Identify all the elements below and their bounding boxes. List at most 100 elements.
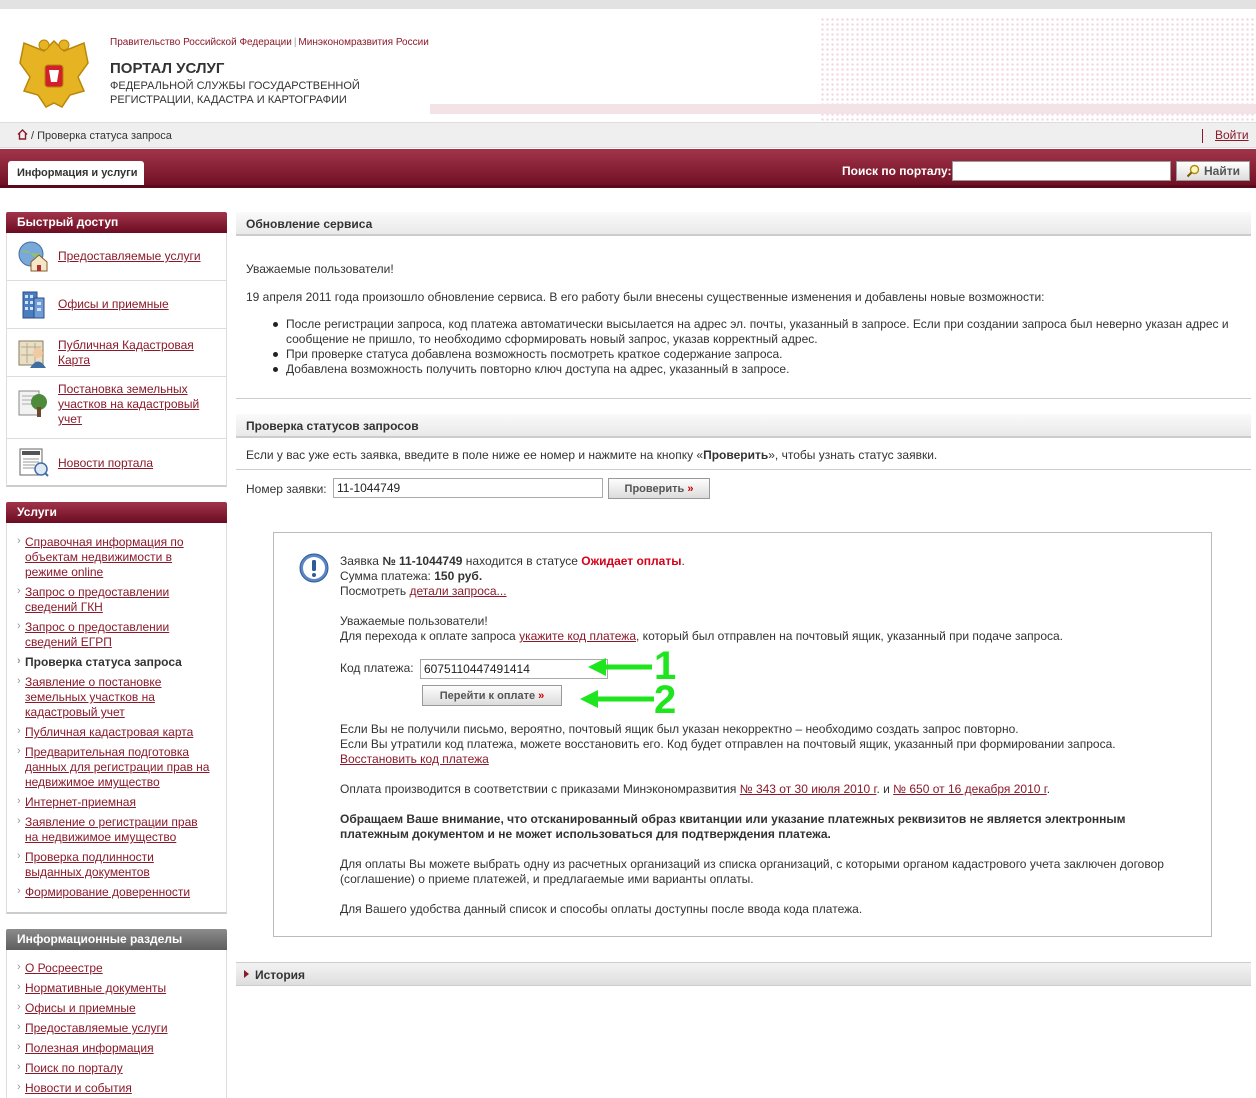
update-greeting: Уважаемые пользователи!: [246, 262, 394, 276]
breadcrumb-bar: / Проверка статуса запроса Войти: [0, 122, 1256, 148]
go-to-payment-label: Перейти к оплате: [439, 690, 536, 702]
quick-access-label[interactable]: Новости портала: [58, 456, 218, 471]
divider: [236, 469, 1251, 470]
info-sections-title: Информационные разделы: [6, 929, 227, 950]
restore-code-link[interactable]: Восстановить код платежа: [340, 752, 489, 767]
update-panel-title: Обновление сервиса: [236, 212, 1251, 236]
go-to-payment-button[interactable]: Перейти к оплате »: [422, 685, 562, 706]
breadcrumb: / Проверка статуса запроса: [17, 129, 172, 142]
site-header: Правительство Российской Федерации | Минэк…: [0, 0, 1256, 129]
service-item-status-check: Проверка статуса запроса: [17, 654, 213, 670]
breadcrumb-current: / Проверка статуса запроса: [31, 130, 172, 142]
magnifier-icon: [1186, 164, 1200, 178]
orders-line: Оплата производится в соответствии с при…: [340, 782, 1051, 796]
search-input[interactable]: [952, 161, 1171, 181]
request-details-link[interactable]: детали запроса...: [410, 584, 507, 598]
request-status-line: Заявка № 11-1044749 находится в статусе …: [340, 554, 685, 568]
service-item-doc-authenticity[interactable]: Проверка подлинности выданных документов: [17, 849, 213, 880]
info-item-about[interactable]: О Росреестре: [17, 960, 226, 976]
chevron-right-icon: »: [538, 690, 545, 702]
gov-link-ministry[interactable]: Минэкономразвития России: [298, 37, 428, 48]
land-tree-icon: [18, 390, 47, 417]
service-item-rights-data-prep[interactable]: Предварительная подготовка данных для ре…: [17, 744, 213, 790]
order-343-link[interactable]: № 343 от 30 июля 2010 г: [740, 782, 877, 796]
info-item-useful[interactable]: Полезная информация: [17, 1040, 226, 1056]
quick-access-label[interactable]: Публичная Кадастровая Карта: [58, 338, 218, 368]
nav-bar: Информация и услуги Поиск по порталу: На…: [0, 149, 1256, 187]
info-item-normative-docs[interactable]: Нормативные документы: [17, 980, 226, 996]
newspaper-icon: [19, 448, 49, 477]
receipt-warning: Обращаем Ваше внимание, что отсканирован…: [340, 812, 1126, 841]
gov-links: Правительство Российской Федерации | Минэк…: [110, 37, 429, 48]
login-separator: [1202, 129, 1203, 143]
result-box: Заявка № 11-1044749 находится в статусе …: [273, 532, 1212, 937]
payment-code-input[interactable]: [420, 659, 608, 679]
enter-code-link[interactable]: укажите код платежа: [519, 629, 636, 643]
update-bullet: При проверке статуса добавлена возможнос…: [273, 347, 1246, 362]
globe-house-icon: [18, 241, 48, 272]
info-item-offices[interactable]: Офисы и приемные: [17, 1000, 226, 1016]
services-title: Услуги: [6, 502, 227, 523]
update-bullet: Добавлена возможность получить повторно …: [273, 362, 1246, 377]
orgs-text: Для оплаты Вы можете выбрать одну из рас…: [340, 857, 1164, 886]
quick-access-item-land[interactable]: Постановка земельных участков на кадастр…: [7, 377, 226, 439]
gov-links-separator: |: [293, 37, 297, 48]
check-hint: Если у вас уже есть заявка, введите в по…: [246, 448, 938, 462]
info-item-services[interactable]: Предоставляемые услуги: [17, 1020, 226, 1036]
quick-access-label[interactable]: Офисы и приемные: [58, 297, 218, 312]
info-item-news[interactable]: Новости и события: [17, 1080, 226, 1096]
search-button[interactable]: Найти: [1176, 161, 1250, 181]
header-band: [430, 104, 1256, 114]
quick-access-label[interactable]: Постановка земельных участков на кадастр…: [58, 382, 218, 427]
service-item-land-registration[interactable]: Заявление о постановке земельных участко…: [17, 674, 213, 720]
info-sections-panel: О Росреестре Нормативные документы Офисы…: [6, 950, 227, 1098]
order-650-link[interactable]: № 650 от 16 декабря 2010 г: [893, 782, 1047, 796]
service-item-rights-registration[interactable]: Заявление о регистрации прав на недвижим…: [17, 814, 213, 845]
coat-of-arms-icon: [19, 39, 89, 108]
info-exclamation-icon: [299, 553, 329, 583]
lost-code-text: Если Вы утратили код платежа, можете вос…: [340, 737, 1116, 751]
info-item-search[interactable]: Поиск по порталу: [17, 1060, 226, 1076]
quick-access-item-news[interactable]: Новости портала: [7, 439, 226, 487]
request-number-input[interactable]: [333, 478, 603, 498]
service-item-cadastral-map[interactable]: Публичная кадастровая карта: [17, 724, 213, 740]
annotation-arrow-1-icon: [588, 658, 652, 676]
check-panel-title: Проверка статусов запросов: [236, 414, 1251, 438]
payment-code-label: Код платежа:: [340, 661, 414, 675]
status-badge: Ожидает оплаты: [581, 554, 682, 568]
search-button-label: Найти: [1204, 164, 1240, 178]
service-item-online-info[interactable]: Справочная информация по объектам недвиж…: [17, 534, 213, 580]
service-item-internet-reception[interactable]: Интернет-приемная: [17, 794, 213, 810]
request-number: № 11-1044749: [382, 554, 463, 568]
chevron-right-icon: »: [687, 483, 694, 495]
tab-info-services[interactable]: Информация и услуги: [8, 161, 144, 187]
check-button[interactable]: Проверить »: [608, 478, 710, 499]
search-label: Поиск по порталу:: [842, 164, 952, 178]
quick-access-item-offices[interactable]: Офисы и приемные: [7, 281, 226, 329]
divider: [236, 398, 1251, 399]
services-panel: Справочная информация по объектам недвиж…: [6, 523, 227, 914]
service-item-power-of-attorney[interactable]: Формирование доверенности: [17, 884, 213, 900]
check-button-label: Проверить: [624, 483, 685, 495]
services-list: Справочная информация по объектам недвиж…: [7, 523, 213, 900]
update-bullets: После регистрации запроса, код платежа а…: [273, 317, 1246, 377]
history-toggle[interactable]: История: [236, 962, 1251, 986]
quick-access-label[interactable]: Предоставляемые услуги: [58, 249, 218, 264]
login-link[interactable]: Войти: [1215, 128, 1249, 142]
gov-link-government[interactable]: Правительство Российской Федерации: [110, 37, 292, 48]
update-intro: 19 апреля 2011 года произошло обновление…: [246, 290, 1045, 304]
annotation-arrow-2-icon: [580, 690, 654, 708]
payment-sum: 150 руб.: [434, 569, 483, 583]
request-number-label: Номер заявки:: [246, 482, 327, 496]
service-item-egrp[interactable]: Запрос о предоставлении сведений ЕГРП: [17, 619, 213, 650]
result-greeting: Уважаемые пользователи!: [340, 614, 488, 628]
quick-access-item-cadastral-map[interactable]: Публичная Кадастровая Карта: [7, 329, 226, 377]
payment-instruction: Для перехода к оплате запроса укажите ко…: [340, 629, 1063, 643]
quick-access-item-services[interactable]: Предоставляемые услуги: [7, 233, 226, 281]
map-person-icon: [18, 340, 46, 368]
no-letter-text: Если Вы не получили письмо, вероятно, по…: [340, 722, 1019, 736]
update-bullet: После регистрации запроса, код платежа а…: [273, 317, 1246, 347]
home-icon[interactable]: [17, 129, 28, 140]
payment-sum-line: Сумма платежа: 150 руб.: [340, 569, 483, 583]
service-item-gkn[interactable]: Запрос о предоставлении сведений ГКН: [17, 584, 213, 615]
